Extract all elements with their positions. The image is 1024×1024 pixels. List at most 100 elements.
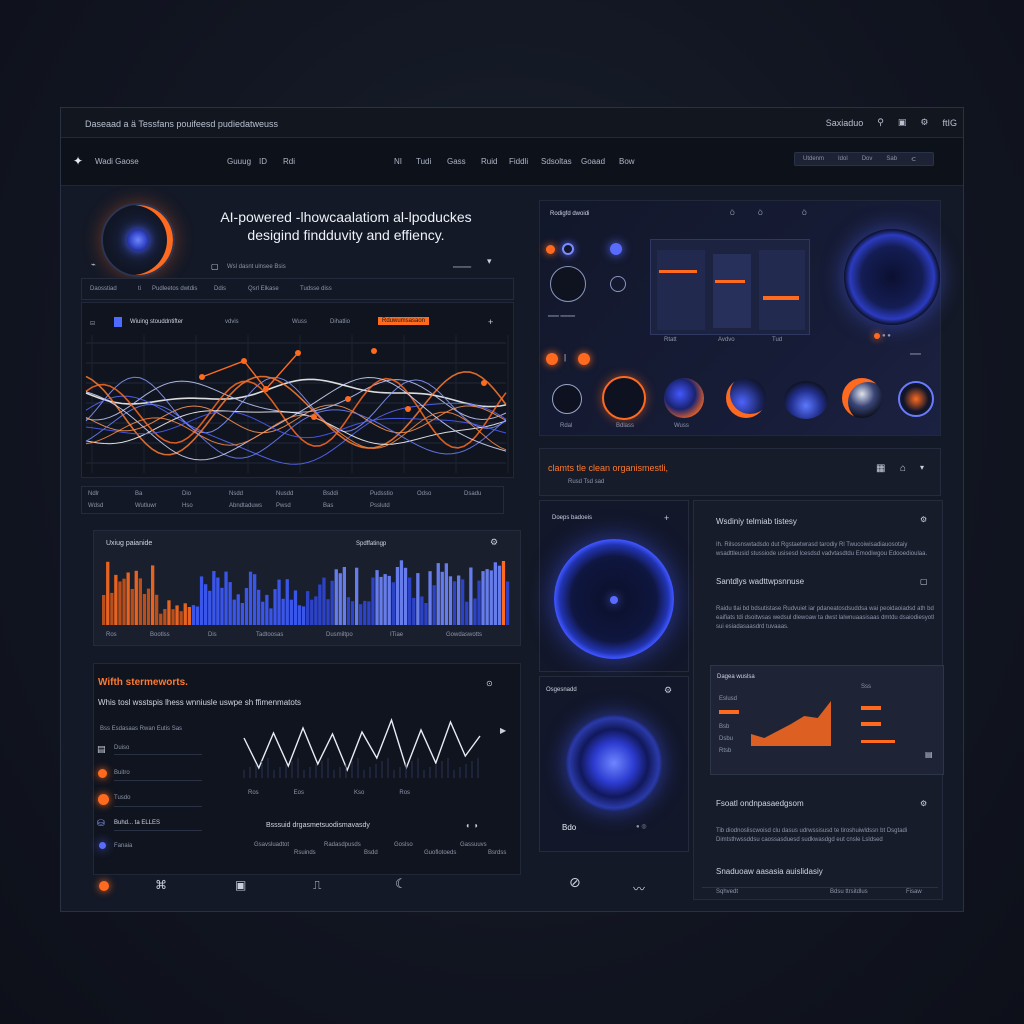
expand-icon[interactable]: ⊙ [486,679,493,688]
nav-item-6[interactable]: Ruid [481,157,497,166]
footer-item[interactable]: Guoflotoeds [424,850,456,856]
settings-icon[interactable]: ⚙ [920,799,927,808]
top-icon-0[interactable]: Ö [730,211,735,217]
nav-item-9[interactable]: Goaad [581,157,605,166]
nav-item-10[interactable]: Bow [619,157,635,166]
footer-item[interactable]: Rsuinds [294,850,316,856]
footer-item[interactable]: Goslso [394,842,413,848]
cube-icon[interactable]: ▦ [876,463,885,474]
orb-6[interactable] [898,381,934,417]
nav-item-2[interactable]: Rdi [283,157,295,166]
orb-0[interactable] [552,384,582,414]
search-bar[interactable]: Utdenm Idol Dov Sab ⊂ [794,152,934,166]
list-item-3[interactable]: Buhd... ta ELLES [114,820,160,826]
mini-dial[interactable] [610,276,626,292]
lower-left-footer-title: Bsssuid drgasmetsuodismavasdy [266,822,370,829]
nav-item-0[interactable]: Guuug [227,157,251,166]
indicator-blue [610,243,622,255]
bar [310,599,314,625]
window-icon[interactable]: ▣ [898,117,907,128]
chevron-down-icon[interactable]: ▾ [487,256,492,267]
stats-icon[interactable]: ⎍ [313,878,321,893]
footer-col-value: Bas [323,503,334,509]
nav-item-5[interactable]: Gass [447,157,466,166]
footer-col-value: Psslutd [370,503,390,509]
toolbar-item-1[interactable]: ti [138,286,141,292]
footer-item[interactable]: Radasdpusds [324,842,361,848]
big-ring[interactable] [844,229,940,325]
ring-controls[interactable]: ● ● [882,333,891,339]
gauge-icon[interactable]: ⊘ [569,874,581,891]
list-item-0[interactable]: Duiso [114,745,129,751]
search-item-0[interactable]: Utdenm [803,156,824,162]
settings-icon[interactable]: ⚙ [920,117,928,128]
search-item-2[interactable]: Dov [862,156,873,162]
wave-icon[interactable]: 〰 [633,880,645,897]
settings-icon[interactable]: ⚙ [920,515,927,524]
top-icon-1[interactable]: Ö [758,211,763,217]
bar [473,598,477,625]
orb-5[interactable] [842,378,882,418]
bar [126,572,130,625]
sparkline [243,717,481,772]
toolbar-item-2[interactable]: Pudleetos dwtdis [152,286,197,292]
brand-name[interactable]: Wadi Gaose [95,157,139,166]
info-footer-0[interactable]: Sqhvedt [716,889,738,895]
nav-item-8[interactable]: Sdsoltas [541,157,572,166]
network-icon[interactable]: ⌘ [155,878,167,892]
toolbar-item-3[interactable]: Ddis [214,286,226,292]
mini-window-pane [657,250,705,330]
nav-item-3[interactable]: NI [394,157,402,166]
bar [493,562,497,625]
copy-icon[interactable]: ▢ [920,577,928,586]
orb-4[interactable] [784,381,828,419]
orb-visual-medium[interactable] [566,715,662,811]
mini-window[interactable] [650,239,810,335]
hero-link-icon[interactable]: ⌁ [91,260,96,269]
speaker-dial[interactable] [550,266,586,302]
search-item-3[interactable]: Sab [886,156,897,162]
bar-x-label: Dis [208,632,217,638]
info-footer-2[interactable]: Fisaw [906,889,922,895]
toolbar-item-4[interactable]: Qsrl Elkase [248,286,279,292]
add-icon[interactable]: + [488,317,493,327]
orb-3[interactable] [726,378,766,418]
toggle-icon[interactable]: ◐ ◑ [466,821,478,830]
bar [171,609,175,625]
list-item-2[interactable]: Tusdo [114,795,130,801]
top-icon-2[interactable]: Ö [802,211,807,217]
spark-axis: Ros Eos Kso Ros [248,790,411,796]
toggle-icon[interactable]: ⊂ [911,156,916,163]
search-item-1[interactable]: Idol [838,156,848,162]
play-icon[interactable]: ▶ [500,726,506,735]
settings-icon[interactable]: ⚙ [664,685,672,696]
orb-1[interactable] [602,376,646,420]
orb-panel-2-controls[interactable]: ● ◎ [636,823,647,830]
power-icon[interactable] [99,881,109,891]
list-item-1[interactable]: Buitro [114,770,130,776]
footer-item[interactable]: Bsdd [364,850,378,856]
info-footer-1[interactable]: Bdsu ttrsitdlus [830,889,868,895]
calendar-icon[interactable]: ▤ [925,750,933,759]
footer-item[interactable]: Bsrdss [488,850,506,856]
moon-icon[interactable]: ☾ [395,876,407,892]
footer-col-label: Ndlr [88,491,100,497]
chevron-down-icon[interactable]: ▾ [920,463,924,472]
nav-item-4[interactable]: Tudi [416,157,431,166]
orb-2[interactable] [664,378,704,418]
bar-chart-panel: Uxiug paianide Spdffatingp ⚙ Ros Bootlss D… [93,530,521,646]
nav-item-1[interactable]: ID [259,157,267,166]
toolbar-item-5[interactable]: Tudsse diss [300,286,332,292]
home-icon[interactable]: ⌂ [900,463,906,474]
settings-icon[interactable]: ⚙ [490,537,498,548]
image-icon[interactable]: ▣ [235,878,246,892]
toolbar-item-0[interactable]: Daosstiad [90,286,117,292]
search-icon[interactable]: ⚲ [877,117,884,128]
footer-item[interactable]: Gassuuvs [460,842,487,848]
list-item-4[interactable]: Fanaia [114,843,132,849]
nav-item-7[interactable]: Fiddli [509,157,528,166]
footer-item[interactable]: Gsavsluadtot [254,842,289,848]
add-icon[interactable]: + [664,513,669,523]
mini-chart-swatch [719,710,739,714]
bar [334,569,338,625]
